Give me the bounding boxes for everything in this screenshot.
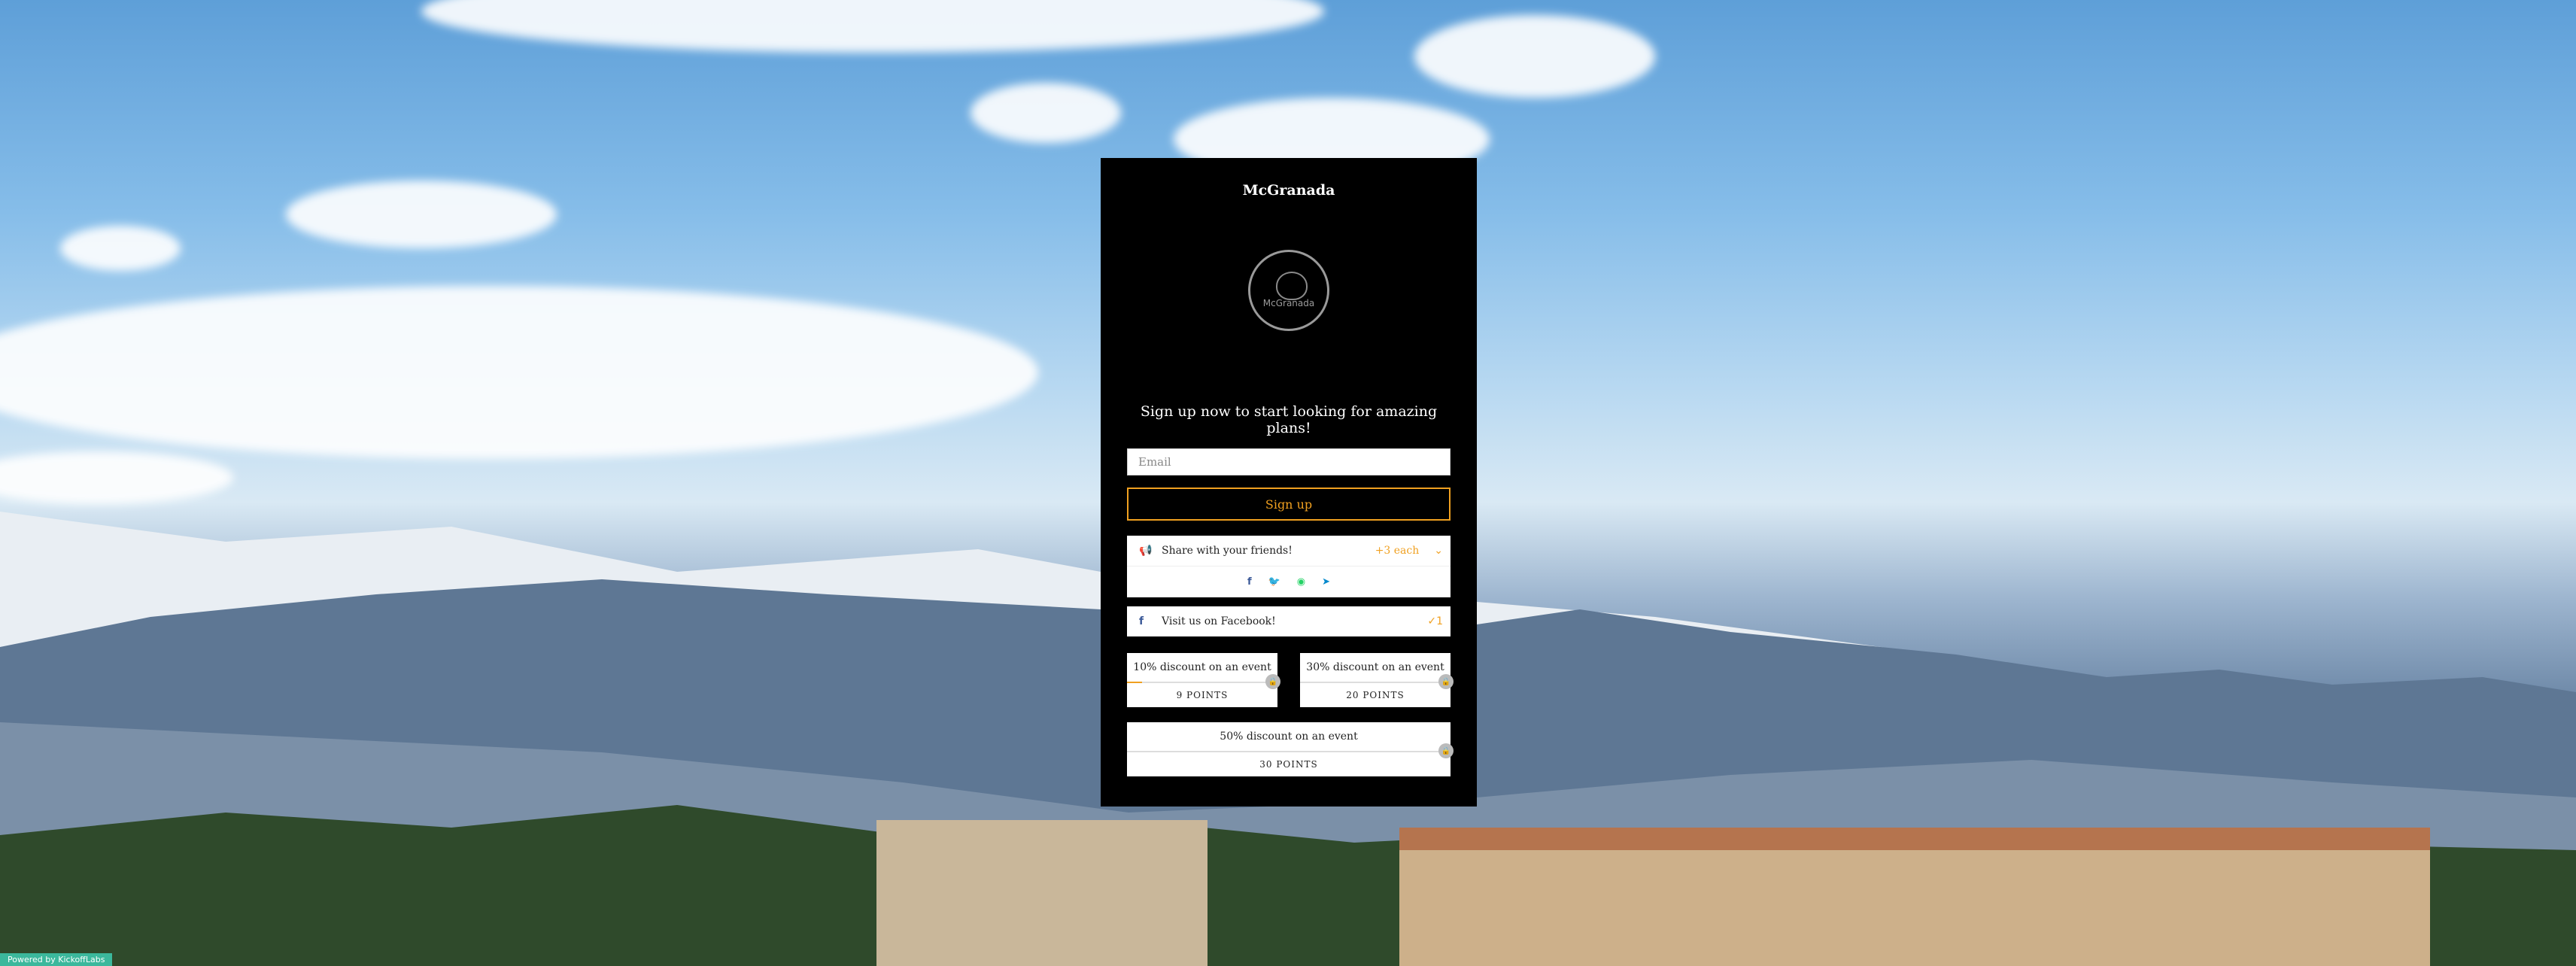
share-label: Share with your friends! [1162,545,1293,557]
reward-points: 9 POINTS [1176,690,1229,700]
whatsapp-icon[interactable]: ◉ [1297,576,1305,588]
reward-progress-bar [1127,751,1451,752]
share-panel: 📢 Share with your friends! +3 each ⌄ f 🐦… [1127,536,1451,597]
social-share-buttons: f 🐦 ◉ ➤ [1127,567,1451,597]
share-header[interactable]: 📢 Share with your friends! +3 each ⌄ [1127,536,1451,567]
email-input[interactable] [1127,448,1451,475]
reward-title: 50% discount on an event [1220,731,1358,743]
signup-card: McGranada McGranada Sign up now to start… [1101,158,1477,807]
reward-card: 50% discount on an event 30 POINTS 🔒 [1127,722,1454,776]
reward-title: 10% discount on an event [1133,661,1271,673]
lock-icon: 🔒 [1438,674,1454,689]
megaphone-icon: 📢 [1139,545,1153,557]
signup-button[interactable]: Sign up [1127,488,1451,521]
reward-title: 30% discount on an event [1306,661,1444,673]
brand-logo: McGranada [1248,250,1329,331]
task-complete-badge: ✓1 [1427,615,1443,627]
lock-icon: 🔒 [1438,743,1454,758]
lock-icon: 🔒 [1265,674,1280,689]
pomegranate-icon [1276,272,1308,300]
reward-progress-fill [1127,682,1142,683]
telegram-icon[interactable]: ➤ [1322,576,1330,588]
share-points: +3 each [1375,545,1420,557]
chevron-down-icon[interactable]: ⌄ [1434,545,1443,557]
page-headline: Sign up now to start looking for amazing… [1140,403,1438,436]
facebook-task-label: Visit us on Facebook! [1162,615,1276,627]
brand-name: McGranada [1242,182,1335,199]
reward-points: 20 POINTS [1346,690,1405,700]
facebook-icon: f [1139,615,1144,627]
task-points: 1 [1436,615,1443,627]
facebook-visit-task[interactable]: f Visit us on Facebook! ✓1 [1127,606,1451,636]
twitter-icon[interactable]: 🐦 [1268,576,1280,588]
facebook-icon[interactable]: f [1247,576,1252,588]
powered-by-badge[interactable]: Powered by KickoffLabs [0,953,113,966]
reward-card: 10% discount on an event 9 POINTS 🔒 [1127,653,1280,707]
reward-card: 30% discount on an event 20 POINTS 🔒 [1300,653,1454,707]
reward-progress-bar [1300,682,1451,683]
reward-points: 30 POINTS [1259,759,1318,770]
reward-progress-bar [1127,682,1277,683]
